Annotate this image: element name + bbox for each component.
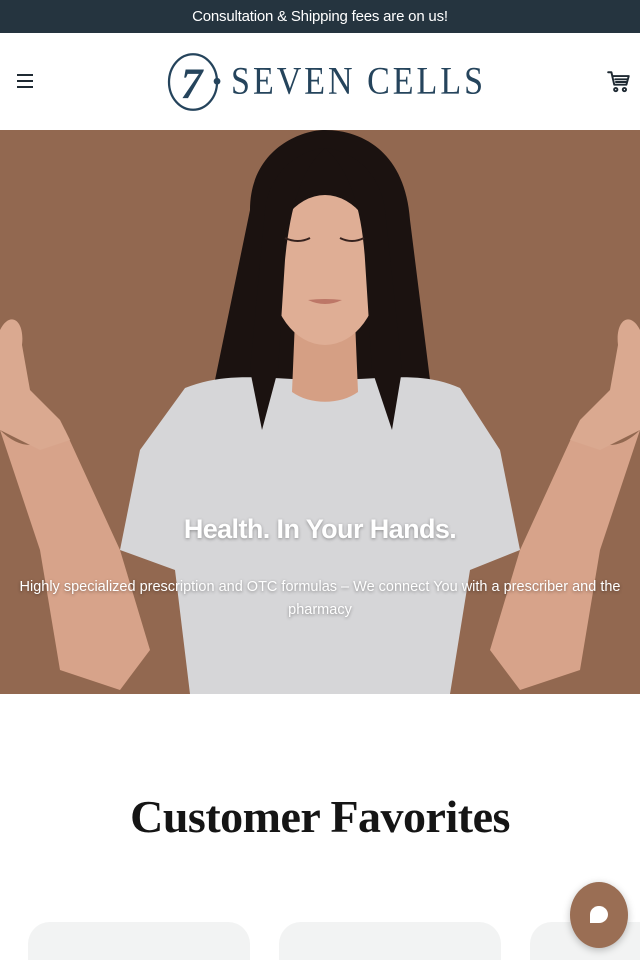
hero-title: Health. In Your Hands. xyxy=(183,514,457,544)
shopping-cart-icon[interactable] xyxy=(606,69,632,95)
chat-bubble-icon xyxy=(590,906,608,923)
hero-subtitle: Highly specialized prescription and OTC … xyxy=(19,579,621,618)
svg-text:7: 7 xyxy=(181,60,205,108)
hero-banner[interactable]: Health. In Your Hands. Highly specialize… xyxy=(0,130,640,694)
chat-button[interactable] xyxy=(570,882,628,948)
announcement-bar: Consultation & Shipping fees are on us! xyxy=(0,0,640,33)
announcement-text: Consultation & Shipping fees are on us! xyxy=(192,8,448,25)
brand-logo[interactable]: 7 SEVEN CELLS xyxy=(166,39,486,125)
menu-button[interactable] xyxy=(14,69,38,93)
site-header: 7 SEVEN CELLS xyxy=(0,33,640,130)
hamburger-menu-icon xyxy=(17,74,33,76)
customer-favorites-heading: Customer Favorites xyxy=(130,791,510,842)
product-card[interactable] xyxy=(279,922,501,960)
brand-name: SEVEN CELLS xyxy=(231,60,486,103)
seven-cells-logo-mark: 7 xyxy=(167,53,221,111)
product-card[interactable] xyxy=(28,922,250,960)
